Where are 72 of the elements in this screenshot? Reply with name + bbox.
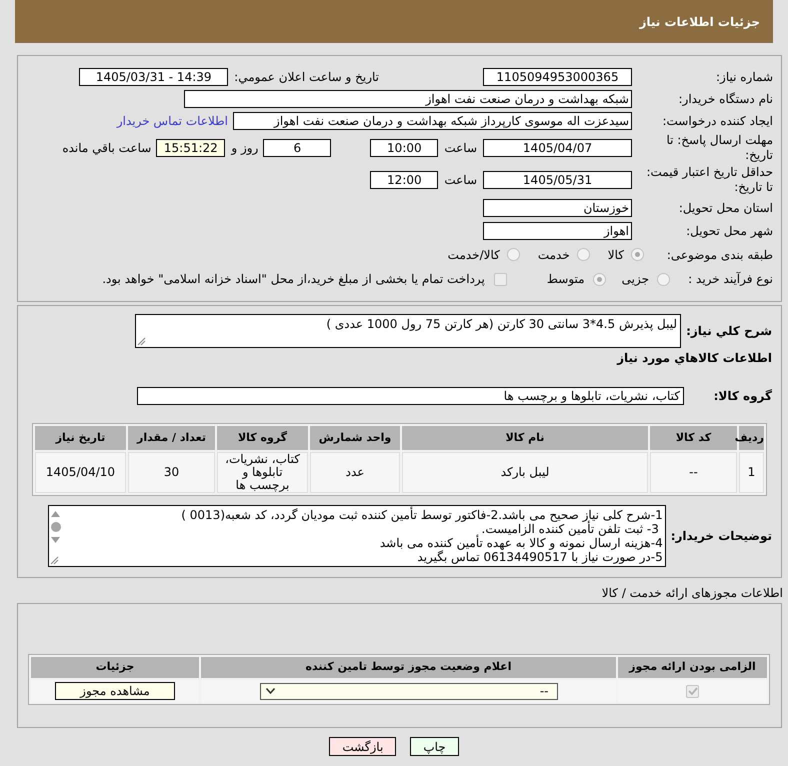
- table-cell: --: [650, 452, 737, 493]
- field-label: ساعت: [444, 140, 477, 157]
- city-field[interactable]: اهواز: [483, 222, 632, 240]
- field-label: توضیحات خریدار:: [670, 529, 772, 543]
- chevron-down-icon: [266, 688, 274, 694]
- note-line: 3- ثبت تلفن تأمین کننده الزامیست.: [482, 522, 659, 536]
- column-header: کد کالا: [650, 426, 737, 450]
- column-header: الزامی بودن ارائه مجوز: [618, 657, 767, 678]
- days-field[interactable]: 6: [263, 139, 332, 157]
- option-label: جزیی: [622, 271, 649, 288]
- option-label: پرداخت تمام یا بخشی از مبلغ خرید،از محل "اسناد خزانه اسلامی" خواهد بود.: [102, 271, 485, 288]
- back-button[interactable]: بازگشت: [329, 737, 396, 756]
- table-cell: عدد: [310, 452, 400, 493]
- field-label: شهر محل تحویل:: [686, 224, 773, 238]
- option-label: خدمت: [538, 246, 570, 264]
- need-number-field[interactable]: 1105094953000365: [483, 68, 632, 86]
- table-cell: 1405/04/10: [35, 452, 126, 493]
- field-label: مهلت ارسال پاسخ: تا تاریخ:: [665, 132, 773, 162]
- field-label: استان محل تحویل:: [678, 200, 773, 214]
- field-label: ساعت: [444, 172, 477, 189]
- field-label: نام دستگاه خریدار:: [678, 92, 773, 106]
- field-label: نوع فرآیند خرید :: [688, 272, 773, 286]
- field-label: طبقه بندی موضوعی:: [666, 248, 773, 262]
- column-header: واحد شمارش: [310, 426, 400, 450]
- column-header: جزئیات: [31, 657, 199, 678]
- view-permit-button[interactable]: مشاهده مجوز: [55, 682, 175, 700]
- time-field[interactable]: 12:00: [370, 171, 438, 189]
- field-label: گروه کالا:: [714, 389, 772, 403]
- note-line: 5-در صورت نیاز با 06134490517 تماس بگیرید: [417, 550, 663, 564]
- table-cell: 30: [128, 452, 215, 493]
- field-label: شرح کلي نیاز:: [686, 324, 772, 338]
- province-field[interactable]: خوزستان: [483, 198, 632, 216]
- status-dropdown[interactable]: --: [260, 682, 558, 700]
- option-label: کالا: [608, 246, 624, 264]
- option-label: متوسط: [546, 271, 585, 288]
- table-cell: لیبل بارکد: [402, 452, 648, 493]
- field-label: حداقل تاریخ اعتبار قیمت: تا تاریخ:: [645, 164, 773, 194]
- column-header: اعلام وضعیت مجوز توسط تامین کننده: [201, 657, 616, 678]
- section-title: اطلاعات مجوزهای ارائه خدمت / کالا: [602, 585, 783, 601]
- goods-group-field[interactable]: کتاب، نشریات، تابلوها و برچسب ها: [137, 387, 684, 405]
- announcement-date-field[interactable]: 1405/03/31 - 14:39: [79, 68, 228, 86]
- column-header: تاریخ نیاز: [35, 426, 126, 450]
- description-field[interactable]: لیبل پذیرش 4.5*3 سانتی 30 کارتن (هر کارتن 75 رول 1000 عددی ): [135, 314, 681, 348]
- date-field[interactable]: 1405/05/31: [483, 171, 632, 189]
- page-title: جزئیات اطلاعات نیاز: [639, 14, 760, 30]
- time-field[interactable]: 10:00: [370, 139, 438, 157]
- note-line: 1-شرح کلی نیاز صحیح می باشد.2-فاکتور توسط تأمین کننده ثبت مودیان گردد، کد شعبه(0013 ): [181, 508, 663, 522]
- field-label: ساعت باقي مانده: [62, 140, 152, 157]
- table-cell: 1: [739, 452, 764, 493]
- requester-field[interactable]: سیدعزت اله موسوی کارپرداز شبکه بهداشت و درمان صنعت نفت اهواز: [233, 112, 632, 130]
- column-header: نام کالا: [402, 426, 648, 450]
- resize-grip-icon: [50, 556, 59, 565]
- field-label: تاریخ و ساعت اعلان عمومي:: [234, 69, 379, 86]
- field-label: روز و: [231, 140, 258, 157]
- scroll-down-arrow-icon: [51, 537, 60, 543]
- notes-field[interactable]: [48, 505, 666, 567]
- column-header: تعداد / مقدار: [128, 426, 215, 450]
- table-cell: کتاب، نشریات، تابلوها و برچسب ها: [217, 452, 308, 493]
- note-line: 4-هزینه ارسال نمونه و کالا به عهده تأمین کننده می باشد: [380, 536, 663, 550]
- contact-info-link[interactable]: اطلاعات تماس خریدار: [116, 112, 228, 130]
- buyer-organization-field[interactable]: شبکه بهداشت و درمان صنعت نفت اهواز: [184, 90, 632, 108]
- print-button[interactable]: چاپ: [410, 737, 459, 756]
- scroll-thumb-icon: [50, 522, 61, 532]
- column-header: گروه کالا: [217, 426, 308, 450]
- field-label: شماره نیاز:: [716, 70, 773, 84]
- option-label: کالا/خدمت: [448, 246, 500, 264]
- section-heading: اطلاعات کالاهاي مورد نیاز: [617, 350, 772, 367]
- date-field[interactable]: 1405/04/07: [483, 139, 632, 157]
- field-label: ایجاد کننده درخواست:: [662, 114, 773, 128]
- remaining-time-field[interactable]: 15:51:22: [156, 139, 226, 157]
- scroll-up-arrow-icon: [51, 511, 60, 517]
- resize-grip-icon: [137, 337, 146, 346]
